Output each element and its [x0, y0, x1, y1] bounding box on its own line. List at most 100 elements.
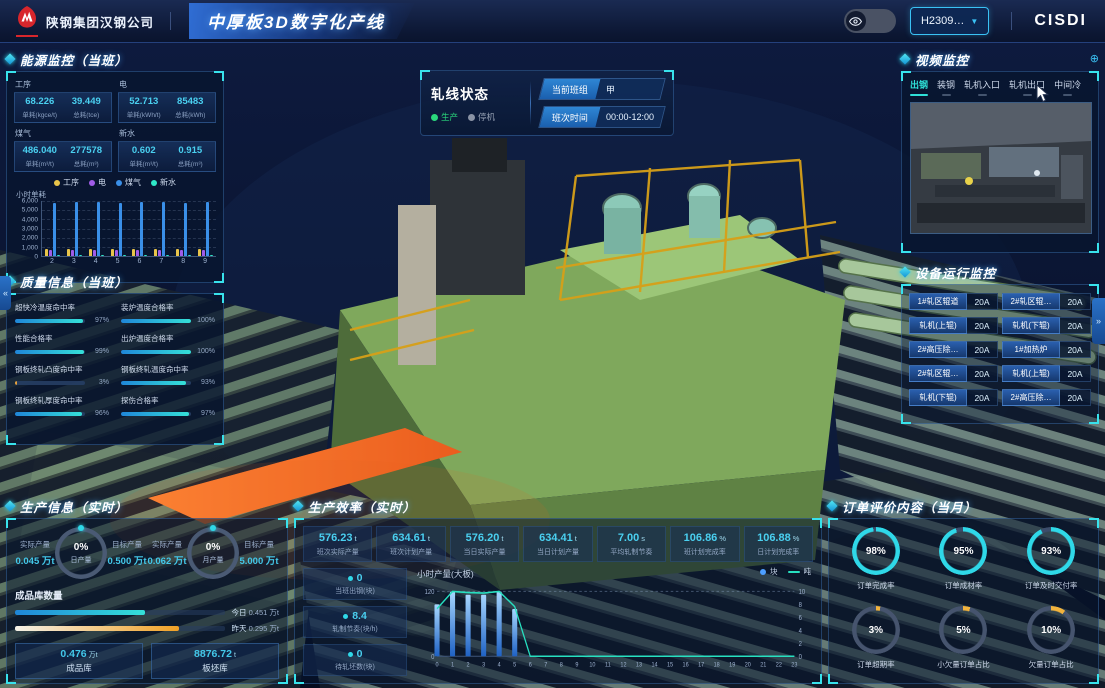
- inventory-yesterday-bar: 昨天 0.295 万t: [15, 623, 279, 634]
- equipment-chip: 2#轧区辊…20A: [909, 365, 998, 382]
- quality-item: 钢板终轧凸度命中率3%: [15, 364, 109, 386]
- hourly-chart-title: 小时产量(大板): [417, 568, 813, 580]
- month-target-output: 目标产量5.000 万t: [239, 539, 279, 567]
- energy-value-label: 单耗(kWh/t): [122, 109, 166, 119]
- equipment-chip: 1#加热炉20A: [1002, 341, 1091, 358]
- svg-text:4: 4: [799, 627, 803, 635]
- tab-mill-exit[interactable]: 轧机出口: [1009, 78, 1045, 96]
- svg-text:20: 20: [745, 661, 752, 669]
- tab-intermediate-cooling[interactable]: 中间冷: [1054, 78, 1081, 96]
- order-ring-small-shortage: 5% 小欠量订单占比: [921, 606, 1007, 675]
- svg-text:18: 18: [714, 661, 721, 669]
- svg-text:15: 15: [667, 661, 674, 669]
- order-ring-overdue: 3% 订单超期率: [833, 606, 919, 675]
- company-name: 陕钢集团汉钢公司: [46, 12, 154, 31]
- production-panel-title: 生产信息（实时）: [20, 497, 128, 516]
- bullet-dot: [348, 576, 353, 581]
- efficiency-stat: 576.23t班次实际产量: [303, 526, 372, 562]
- shift-time-badge: 班次时间 00:00-12:00: [538, 106, 666, 128]
- expand-icon[interactable]: ⊕: [1090, 54, 1099, 65]
- svg-text:0: 0: [435, 661, 439, 669]
- svg-text:7: 7: [544, 661, 548, 669]
- status-legend-production: 生产: [431, 111, 458, 123]
- efficiency-stat: 576.20t当日实际产量: [450, 526, 519, 562]
- shift-team-badge: 当前班组 甲: [538, 78, 666, 100]
- heat-number-value: H2309…: [921, 15, 964, 27]
- energy-value: 39.449: [65, 96, 109, 107]
- equipment-chip: 1#轧区辊道20A: [909, 293, 998, 310]
- collapse-handle-right[interactable]: »: [1092, 298, 1105, 344]
- panel-diamond-icon: [4, 500, 15, 511]
- visibility-toggle[interactable]: [844, 9, 896, 33]
- quality-item: 探伤合格率97%: [121, 395, 215, 417]
- energy-legend-item[interactable]: 电: [89, 177, 106, 188]
- efficiency-stat: 106.88%日计划完成率: [744, 526, 813, 562]
- panel-diamond-icon: [4, 53, 15, 64]
- tab-tapping[interactable]: 出钢: [910, 78, 928, 96]
- order-ring-on-time: 93% 订单及时交付率: [1008, 527, 1094, 596]
- energy-chart-xaxis: 23456789: [41, 258, 216, 265]
- company-logo-icon: [16, 5, 38, 37]
- svg-text:16: 16: [683, 661, 690, 669]
- tab-mill-entry[interactable]: 轧机入口: [964, 78, 1000, 96]
- panel-production: 生产信息（实时） 实际产量0.045 万t 0%日产量 目标产量0.500 万t…: [6, 497, 288, 684]
- tab-charging[interactable]: 装钢: [937, 78, 955, 96]
- energy-value: 68.226: [18, 96, 62, 107]
- month-actual-output: 实际产量0.062 万t: [147, 539, 187, 567]
- svg-text:8: 8: [560, 661, 564, 669]
- efficiency-panel-title: 生产效率（实时）: [308, 497, 416, 516]
- page-title: 中厚板3D数字化产线: [207, 13, 385, 32]
- header-divider: [170, 12, 171, 30]
- energy-group: 新水 0.602单耗(m³/t) 0.915总耗(m³): [118, 127, 216, 172]
- efficiency-stat: 106.86%班计划完成率: [670, 526, 739, 562]
- energy-value: 0.915: [169, 145, 213, 156]
- day-actual-output: 实际产量0.045 万t: [15, 539, 55, 567]
- energy-value-label: 单耗(m³/t): [18, 158, 62, 168]
- panel-equipment: 设备运行监控 1#轧区辊道20A 2#轧区辊…20A 轧机(上辊)20A 轧机(…: [901, 263, 1099, 424]
- energy-group: 工序 68.226单耗(kgce/t) 39.449总耗(tce): [14, 78, 112, 123]
- energy-group: 煤气 486.040单耗(m³/t) 277578总耗(m³): [14, 127, 112, 172]
- equipment-chip: 轧机(下辊)20A: [1002, 317, 1091, 334]
- panel-diamond-icon: [899, 266, 910, 277]
- energy-group-name: 电: [119, 79, 216, 90]
- energy-value-label: 单耗(kgce/t): [18, 109, 62, 119]
- legend-blocks[interactable]: 块: [760, 566, 778, 577]
- side-stat: 0待轧坯数(块): [303, 644, 407, 676]
- energy-legend-item[interactable]: 煤气: [116, 177, 141, 188]
- bullet-dot: [343, 614, 348, 619]
- svg-text:14: 14: [651, 661, 658, 669]
- equipment-chip: 2#高压除…20A: [909, 341, 998, 358]
- energy-legend-item[interactable]: 新水: [151, 177, 176, 188]
- panel-orders: 订单评价内容（当月） 98% 订单完成率 95% 订单成材率 93% 订单及时交…: [828, 497, 1099, 684]
- title-plate: 中厚板3D数字化产线: [189, 3, 415, 39]
- svg-text:2: 2: [467, 661, 471, 669]
- heat-number-select[interactable]: H2309… ▼: [910, 7, 989, 35]
- chevron-down-icon: ▼: [970, 17, 978, 26]
- quality-item: 性能合格率99%: [15, 333, 109, 355]
- inventory-title: 成品库数量: [15, 588, 279, 602]
- svg-text:12: 12: [620, 661, 627, 669]
- collapse-handle-left[interactable]: «: [0, 276, 11, 310]
- energy-chart-yaxis: 01,0002,0003,0004,0005,0006,000: [14, 201, 41, 257]
- legend-tons[interactable]: 吨: [788, 566, 812, 577]
- energy-value-label: 总耗(kWh): [169, 109, 213, 119]
- video-feed[interactable]: [910, 102, 1092, 234]
- order-ring-completion: 98% 订单完成率: [833, 527, 919, 596]
- svg-text:22: 22: [776, 661, 783, 669]
- video-tabs: 出钢 装钢 轧机入口 轧机出口 中间冷 电磁感: [910, 78, 1090, 96]
- dashboard-root: 陕钢集团汉钢公司 中厚板3D数字化产线 H2309… ▼ CISDI: [0, 0, 1105, 688]
- equipment-chip: 2#轧区辊…20A: [1002, 293, 1091, 310]
- panel-efficiency: 生产效率（实时） 576.23t班次实际产量 634.61t班次计划产量 576…: [294, 497, 822, 684]
- energy-chart-legend: 工序电煤气新水: [14, 177, 216, 188]
- svg-text:1: 1: [451, 661, 455, 669]
- quality-panel-title: 质量信息（当班）: [20, 272, 128, 291]
- svg-text:5: 5: [513, 661, 517, 669]
- svg-text:19: 19: [729, 661, 736, 669]
- efficiency-stat: 634.41t当日计划产量: [523, 526, 592, 562]
- energy-legend-item[interactable]: 工序: [54, 177, 79, 188]
- svg-text:11: 11: [605, 661, 611, 669]
- order-ring-shortage: 10% 欠量订单占比: [1008, 606, 1094, 675]
- equipment-chip: 轧机(下辊)20A: [909, 389, 998, 406]
- month-output-ring: 0%月产量: [187, 527, 239, 579]
- equipment-panel-title: 设备运行监控: [915, 263, 996, 282]
